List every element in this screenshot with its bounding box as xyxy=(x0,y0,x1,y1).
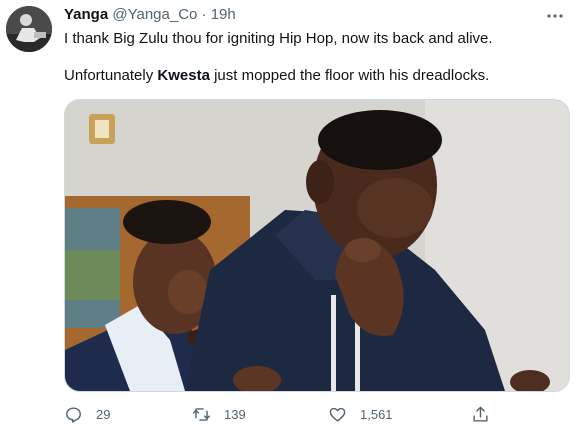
photo-content xyxy=(65,100,569,391)
avatar[interactable] xyxy=(6,6,52,52)
more-horizontal-icon xyxy=(547,14,563,18)
tweet-actions: 29 139 1,561 xyxy=(64,402,504,426)
tweet-line-1: I thank Big Zulu thou for igniting Hip H… xyxy=(64,30,493,47)
share-button[interactable] xyxy=(471,402,503,426)
user-handle[interactable]: @Yanga_Co xyxy=(112,6,197,23)
avatar-image xyxy=(6,6,52,52)
tweet-line-2-end: just mopped the floor with his dreadlock… xyxy=(209,67,490,84)
retweet-button[interactable]: 139 xyxy=(192,402,246,426)
like-button[interactable]: 1,561 xyxy=(328,402,393,426)
share-icon xyxy=(473,406,488,422)
tweet[interactable]: Yanga @Yanga_Co · 19h I thank Big Zulu t… xyxy=(0,0,579,430)
retweet-icon xyxy=(192,407,211,421)
more-options-button[interactable] xyxy=(541,7,569,25)
mention-kwesta: Kwesta xyxy=(157,67,210,84)
tweet-header: Yanga @Yanga_Co · 19h xyxy=(64,5,236,25)
tweet-line-2: Unfortunately Kwesta just mopped the flo… xyxy=(64,66,569,86)
reply-count: 29 xyxy=(96,406,111,422)
separator-dot: · xyxy=(201,6,207,23)
heart-icon xyxy=(329,407,346,422)
timestamp[interactable]: 19h xyxy=(211,6,236,23)
reply-icon xyxy=(66,406,81,423)
like-count: 1,561 xyxy=(360,406,393,422)
tweet-text: I thank Big Zulu thou for igniting Hip H… xyxy=(64,29,569,103)
tweet-line-2-start: Unfortunately xyxy=(64,67,158,84)
reply-button[interactable]: 29 xyxy=(64,402,110,426)
retweet-count: 139 xyxy=(224,406,246,422)
tweet-media-photo[interactable] xyxy=(64,99,570,392)
display-name[interactable]: Yanga xyxy=(64,6,108,23)
